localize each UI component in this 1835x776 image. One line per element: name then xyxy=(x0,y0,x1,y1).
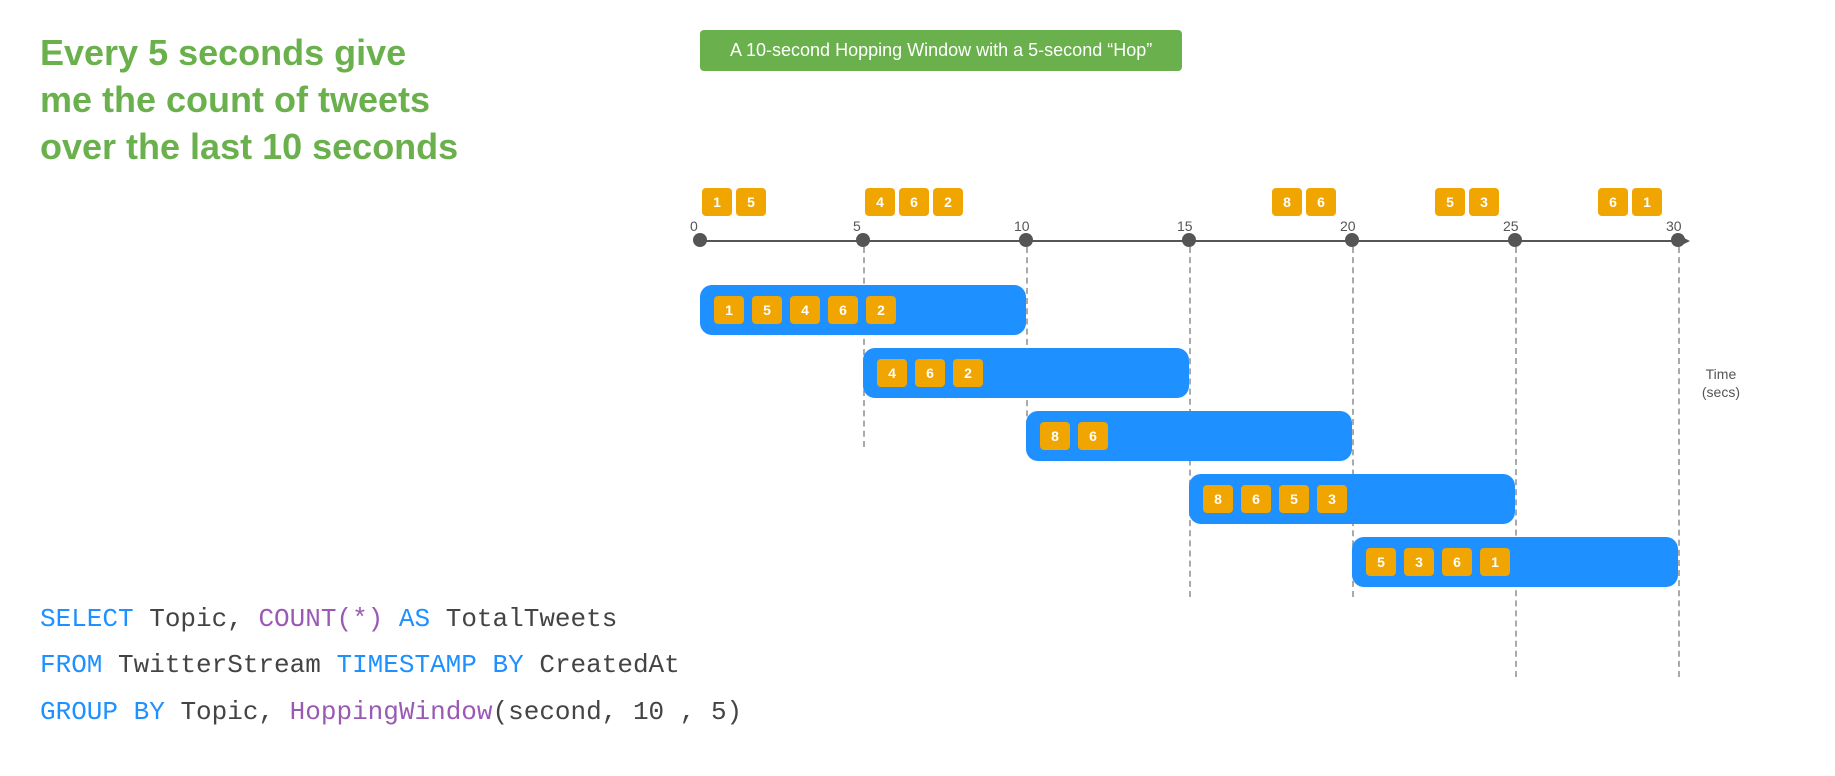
badge: 6 xyxy=(1442,548,1472,576)
sql-text: TotalTweets xyxy=(430,604,617,634)
tick-20 xyxy=(1345,233,1359,247)
badge: 2 xyxy=(933,188,963,216)
window-bar-3: 8 6 xyxy=(1026,411,1352,461)
tick-label-5: 5 xyxy=(853,218,861,234)
badge: 5 xyxy=(752,296,782,324)
sql-text xyxy=(118,697,134,727)
badge: 1 xyxy=(714,296,744,324)
badge: 6 xyxy=(1306,188,1336,216)
sql-line-1: SELECT Topic, COUNT(*) AS TotalTweets xyxy=(40,596,742,643)
badge: 3 xyxy=(1317,485,1347,513)
sql-text xyxy=(383,604,399,634)
sql-kw-hopping: HoppingWindow xyxy=(290,697,493,727)
sql-kw-by: BY xyxy=(493,650,524,680)
badge-group-5: 6 1 xyxy=(1596,188,1664,216)
tick-label-20: 20 xyxy=(1340,218,1356,234)
sql-kw-as: AS xyxy=(399,604,430,634)
badge: 5 xyxy=(1435,188,1465,216)
badge: 5 xyxy=(736,188,766,216)
badge: 2 xyxy=(866,296,896,324)
badge-group-3: 8 6 xyxy=(1270,188,1338,216)
tick-label-0: 0 xyxy=(690,218,698,234)
badge: 8 xyxy=(1203,485,1233,513)
tick-25 xyxy=(1508,233,1522,247)
sql-text: (second, 10 , 5) xyxy=(493,697,743,727)
tick-label-10: 10 xyxy=(1014,218,1030,234)
tick-label-15: 15 xyxy=(1177,218,1193,234)
sql-kw-count: COUNT(*) xyxy=(258,604,383,634)
tick-30 xyxy=(1671,233,1685,247)
sql-block: SELECT Topic, COUNT(*) AS TotalTweets FR… xyxy=(40,596,742,736)
dashed-30 xyxy=(1678,247,1680,677)
sql-text: CreatedAt xyxy=(524,650,680,680)
badge: 1 xyxy=(1480,548,1510,576)
main-container: Every 5 seconds give me the count of twe… xyxy=(0,0,1835,776)
sql-kw-from: FROM xyxy=(40,650,102,680)
sql-kw-select: SELECT xyxy=(40,604,134,634)
title-banner: A 10-second Hopping Window with a 5-seco… xyxy=(700,30,1182,71)
dashed-5 xyxy=(863,247,865,447)
sql-line-2: FROM TwitterStream TIMESTAMP BY CreatedA… xyxy=(40,642,742,689)
badge: 6 xyxy=(899,188,929,216)
query-description: Every 5 seconds give me the count of twe… xyxy=(40,30,460,170)
window-bar-5: 5 3 6 1 xyxy=(1352,537,1678,587)
badge: 5 xyxy=(1366,548,1396,576)
badge: 4 xyxy=(877,359,907,387)
badge: 3 xyxy=(1404,548,1434,576)
sql-kw-group: GROUP xyxy=(40,697,118,727)
badge-group-1: 1 5 xyxy=(700,188,768,216)
timeline-area: 1 5 4 6 2 8 6 5 3 6 1 Time(secs) xyxy=(650,130,1780,630)
badge: 4 xyxy=(865,188,895,216)
sql-text: Topic, xyxy=(165,697,290,727)
badge: 2 xyxy=(953,359,983,387)
time-label: Time(secs) xyxy=(1702,365,1740,401)
badge: 4 xyxy=(790,296,820,324)
window-bar-1: 1 5 4 6 2 xyxy=(700,285,1026,335)
tick-0 xyxy=(693,233,707,247)
badge: 3 xyxy=(1469,188,1499,216)
badge: 6 xyxy=(828,296,858,324)
badge-group-4: 5 3 xyxy=(1433,188,1501,216)
badge: 5 xyxy=(1279,485,1309,513)
badge: 8 xyxy=(1040,422,1070,450)
sql-text xyxy=(477,650,493,680)
window-bar-2: 4 6 2 xyxy=(863,348,1189,398)
tick-10 xyxy=(1019,233,1033,247)
sql-kw-timestamp: TIMESTAMP xyxy=(336,650,476,680)
tick-label-25: 25 xyxy=(1503,218,1519,234)
badge: 1 xyxy=(1632,188,1662,216)
badge: 6 xyxy=(1598,188,1628,216)
badge: 6 xyxy=(915,359,945,387)
badge: 8 xyxy=(1272,188,1302,216)
sql-text: TwitterStream xyxy=(102,650,336,680)
sql-line-3: GROUP BY Topic, HoppingWindow(second, 10… xyxy=(40,689,742,736)
tick-label-30: 30 xyxy=(1666,218,1682,234)
window-bar-4: 8 6 5 3 xyxy=(1189,474,1515,524)
tick-15 xyxy=(1182,233,1196,247)
tick-5 xyxy=(856,233,870,247)
sql-text: Topic, xyxy=(134,604,259,634)
badge: 6 xyxy=(1241,485,1271,513)
badge: 1 xyxy=(702,188,732,216)
dashed-25 xyxy=(1515,247,1517,677)
badge-group-2: 4 6 2 xyxy=(863,188,965,216)
sql-kw-by2: BY xyxy=(134,697,165,727)
badge: 6 xyxy=(1078,422,1108,450)
